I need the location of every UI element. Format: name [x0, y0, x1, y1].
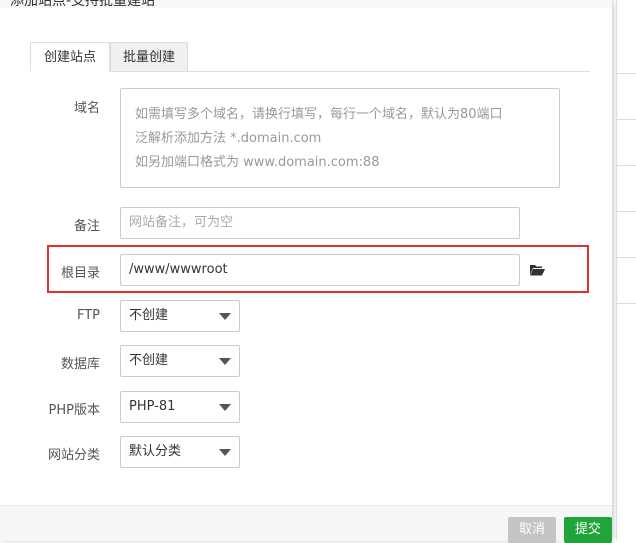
domain-hint-line-1: 如需填写多个域名，请换行填写，每行一个域名，默认为80端口	[135, 107, 503, 122]
ftp-label: FTP	[76, 308, 100, 323]
background-row	[617, 211, 636, 258]
cancel-button[interactable]: 取消	[508, 517, 556, 543]
domain-hint-line-2: 泛解析添加方法 *.domain.com	[135, 131, 322, 146]
database-selected-value: 不创建	[129, 353, 169, 368]
php-version-select[interactable]: PHP-81	[120, 391, 240, 423]
domain-label: 域名	[73, 101, 100, 116]
domain-textarea[interactable]: 如需填写多个域名，请换行填写，每行一个域名，默认为80端口 泛解析添加方法 *.…	[120, 88, 560, 188]
tab-create-site[interactable]: 创建站点	[30, 42, 110, 72]
folder-open-icon[interactable]	[529, 263, 545, 276]
background-row	[617, 119, 636, 166]
ftp-selected-value: 不创建	[129, 308, 169, 323]
dialog-title: 添加站点-支持批量建站	[10, 0, 156, 8]
root-dir-label: 根目录	[60, 266, 100, 281]
remark-input[interactable]: 网站备注，可为空	[120, 207, 520, 239]
background-row	[617, 257, 636, 304]
category-label: 网站分类	[47, 448, 100, 463]
database-label: 数据库	[60, 357, 100, 372]
chevron-down-icon	[219, 404, 231, 411]
php-version-selected-value: PHP-81	[129, 399, 176, 414]
background-row	[617, 27, 636, 74]
remark-label: 备注	[73, 219, 100, 234]
dialog-title-bar: 添加站点-支持批量建站	[0, 0, 612, 8]
php-version-label: PHP版本	[48, 403, 100, 418]
root-dir-input[interactable]: /www/wwwroot	[120, 254, 520, 286]
chevron-down-icon	[219, 313, 231, 320]
ftp-select[interactable]: 不创建	[120, 300, 240, 332]
add-site-dialog: 添加站点-支持批量建站 创建站点 批量创建 域名 如需填写多个域名，请换行填写，…	[0, 0, 612, 543]
tab-batch-create[interactable]: 批量创建	[110, 42, 188, 72]
background-row	[617, 73, 636, 120]
submit-button[interactable]: 提交	[564, 517, 612, 543]
background-page	[616, 0, 636, 540]
chevron-down-icon	[219, 449, 231, 456]
category-select[interactable]: 默认分类	[120, 436, 240, 468]
tab-divider	[30, 71, 590, 72]
chevron-down-icon	[219, 358, 231, 365]
category-selected-value: 默认分类	[129, 444, 182, 459]
background-row	[617, 165, 636, 212]
domain-hint-line-3: 如另加端口格式为 www.domain.com:88	[135, 155, 380, 170]
database-select[interactable]: 不创建	[120, 345, 240, 377]
